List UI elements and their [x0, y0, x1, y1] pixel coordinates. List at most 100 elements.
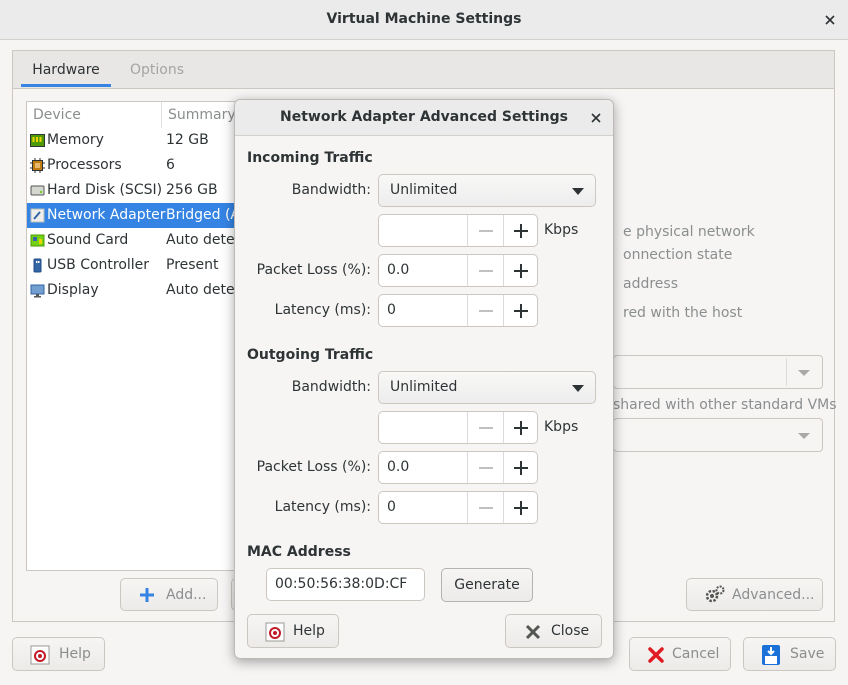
decrement-button[interactable]	[467, 492, 503, 523]
chevron-down-icon	[798, 370, 810, 376]
decrement-button[interactable]	[467, 255, 503, 286]
spin-value: 0.0	[387, 459, 410, 475]
outgoing-latency-label: Latency (ms):	[274, 499, 371, 515]
spin-value: 0.0	[387, 262, 410, 278]
main-close-button[interactable]	[821, 11, 839, 29]
decrement-button[interactable]	[467, 452, 503, 483]
decrement-button[interactable]	[467, 295, 503, 326]
incoming-packet-loss-label: Packet Loss (%):	[256, 262, 371, 278]
add-device-button[interactable]: Add...	[120, 578, 218, 611]
mac-address-heading: MAC Address	[247, 544, 351, 560]
mac-address-value: 00:50:56:38:0D:CF	[275, 576, 408, 592]
decrement-button[interactable]	[467, 215, 503, 246]
device-name: Hard Disk (SCSI)	[47, 182, 163, 198]
device-summary: 6	[166, 157, 175, 173]
close-icon	[525, 624, 541, 640]
device-list[interactable]: Device Summary Memory 12 GB Processors 6…	[26, 101, 246, 571]
dialog-help-button[interactable]: Help	[247, 614, 339, 648]
tab-options[interactable]: Options	[117, 51, 197, 89]
device-name: Display	[47, 282, 99, 298]
plus-icon-vertical	[520, 224, 522, 238]
generate-button-label: Generate	[454, 577, 520, 593]
minus-icon	[479, 507, 493, 509]
plus-icon-vertical	[520, 264, 522, 278]
incoming-packet-loss-spinner[interactable]: 0.0	[378, 254, 538, 287]
increment-button[interactable]	[503, 215, 538, 246]
minus-icon	[479, 270, 493, 272]
device-name: USB Controller	[47, 257, 150, 273]
nat-option-text: address	[623, 276, 679, 292]
close-icon	[825, 15, 835, 25]
display-icon	[30, 284, 45, 298]
column-header-device[interactable]: Device	[27, 102, 162, 128]
help-button-label: Help	[59, 646, 91, 662]
save-button[interactable]: Save	[743, 637, 836, 671]
tab-strip: Hardware Options	[13, 51, 834, 89]
device-row-usb-controller[interactable]: USB Controller Present	[27, 253, 245, 278]
increment-button[interactable]	[503, 255, 538, 286]
mac-address-field[interactable]: 00:50:56:38:0D:CF	[266, 568, 425, 601]
combo-value: Unlimited	[390, 379, 458, 395]
minus-icon	[479, 467, 493, 469]
dialog-close-button[interactable]	[587, 109, 605, 127]
dialog-title: Network Adapter Advanced Settings	[279, 109, 568, 125]
increment-button[interactable]	[503, 295, 538, 326]
device-name: Memory	[47, 132, 104, 148]
device-summary: 12 GB	[166, 132, 209, 148]
outgoing-kbps-spinner[interactable]	[378, 411, 538, 444]
network-adapter-icon	[30, 208, 45, 223]
outgoing-packet-loss-spinner[interactable]: 0.0	[378, 451, 538, 484]
outgoing-bandwidth-combo[interactable]: Unlimited	[378, 371, 596, 404]
cancel-button-label: Cancel	[672, 646, 720, 662]
add-button-label: Add...	[166, 586, 207, 603]
help-button-label: Help	[293, 623, 325, 639]
outgoing-traffic-heading: Outgoing Traffic	[247, 347, 374, 363]
chevron-down-icon	[572, 385, 584, 392]
decrement-button[interactable]	[467, 412, 503, 443]
sound-card-icon	[30, 234, 45, 247]
increment-button[interactable]	[503, 452, 538, 483]
bridged-interface-combo[interactable]	[613, 355, 823, 389]
device-name: Processors	[47, 157, 122, 173]
lan-segment-combo[interactable]	[613, 418, 823, 452]
close-button-label: Close	[551, 623, 590, 639]
replicate-state-text: onnection state	[623, 247, 733, 263]
minus-icon	[479, 427, 493, 429]
advanced-button[interactable]: Advanced...	[686, 578, 823, 611]
dialog-close-action-button[interactable]: Close	[505, 614, 602, 648]
spin-value: 0	[387, 499, 396, 515]
plus-icon-vertical	[520, 501, 522, 515]
increment-button[interactable]	[503, 492, 538, 523]
device-row-processors[interactable]: Processors 6	[27, 153, 245, 178]
help-icon	[30, 645, 50, 665]
advanced-button-label: Advanced...	[732, 586, 815, 603]
plus-icon	[140, 588, 154, 602]
window-title: Virtual Machine Settings	[326, 11, 522, 27]
incoming-traffic-heading: Incoming Traffic	[247, 150, 373, 166]
main-help-button[interactable]: Help	[12, 637, 105, 671]
incoming-kbps-spinner[interactable]	[378, 214, 538, 247]
device-summary: Auto detec	[166, 232, 243, 248]
plus-icon-vertical	[520, 421, 522, 435]
device-summary: Auto detec	[166, 282, 243, 298]
plus-icon-vertical	[520, 304, 522, 318]
device-row-hard-disk[interactable]: Hard Disk (SCSI) 256 GB	[27, 178, 245, 203]
increment-button[interactable]	[503, 412, 538, 443]
generate-button[interactable]: Generate	[441, 568, 533, 602]
device-summary: 256 GB	[166, 182, 218, 198]
incoming-bandwidth-label: Bandwidth:	[291, 182, 371, 198]
outgoing-bandwidth-label: Bandwidth:	[291, 379, 371, 395]
device-row-memory[interactable]: Memory 12 GB	[27, 128, 245, 153]
chevron-down-icon	[798, 433, 810, 439]
plus-icon-vertical	[520, 461, 522, 475]
incoming-bandwidth-combo[interactable]: Unlimited	[378, 174, 596, 207]
device-row-display[interactable]: Display Auto detec	[27, 278, 245, 303]
cancel-icon	[648, 647, 664, 663]
help-icon	[265, 622, 285, 642]
save-icon	[762, 645, 780, 665]
incoming-latency-spinner[interactable]: 0	[378, 294, 538, 327]
device-row-network-adapter[interactable]: Network Adapter Bridged (Au	[27, 203, 245, 228]
cancel-button[interactable]: Cancel	[629, 637, 731, 671]
device-row-sound-card[interactable]: Sound Card Auto detec	[27, 228, 245, 253]
outgoing-latency-spinner[interactable]: 0	[378, 491, 538, 524]
